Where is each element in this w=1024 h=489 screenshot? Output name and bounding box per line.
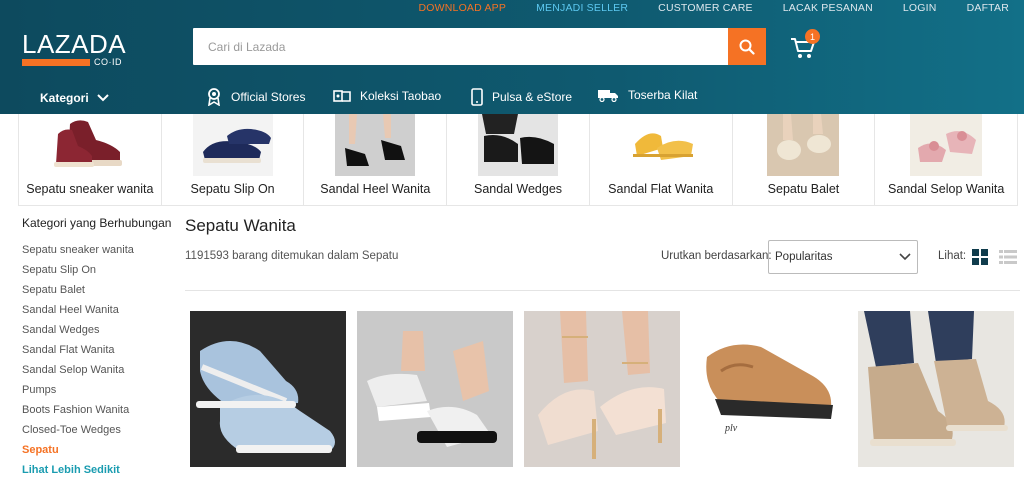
product-grid: plv xyxy=(190,311,1014,467)
product-image-nude-heel xyxy=(524,311,680,467)
sidebar-list: Sepatu sneaker wanita Sepatu Slip On Sep… xyxy=(22,240,172,480)
nav-item-label: Koleksi Taobao xyxy=(360,89,442,103)
sidebar-item-active[interactable]: Sepatu xyxy=(22,440,172,460)
logo-bar xyxy=(22,59,90,66)
sidebar-item[interactable]: Closed-Toe Wedges xyxy=(22,420,172,440)
search-bar xyxy=(193,28,766,65)
cart-count-badge: 1 xyxy=(805,29,820,44)
product-card[interactable] xyxy=(190,311,346,467)
search-icon xyxy=(739,39,755,55)
category-label: Sepatu Slip On xyxy=(190,182,275,196)
category-label: Sepatu Balet xyxy=(767,182,840,196)
sidebar-item[interactable]: Sandal Heel Wanita xyxy=(22,300,172,320)
nav-pulsa-estore[interactable]: Pulsa & eStore xyxy=(471,88,572,106)
chevron-down-icon xyxy=(899,253,911,261)
cart-button[interactable]: 1 xyxy=(790,29,820,64)
product-card[interactable] xyxy=(858,311,1014,467)
category-label: Sandal Flat Wanita xyxy=(608,182,714,196)
download-app-link[interactable]: DOWNLOAD APP xyxy=(403,0,521,16)
customer-care-link[interactable]: CUSTOMER CARE xyxy=(643,0,768,16)
sort-dropdown[interactable]: Popularitas xyxy=(768,240,918,274)
register-link[interactable]: DAFTAR xyxy=(952,0,1024,16)
heel-sandal-image xyxy=(335,114,416,176)
sort-value: Popularitas xyxy=(775,251,833,263)
sidebar-item[interactable]: Sepatu sneaker wanita xyxy=(22,240,172,260)
nav-item-label: Pulsa & eStore xyxy=(492,90,573,104)
sidebar-item[interactable]: Sandal Wedges xyxy=(22,320,172,340)
category-card[interactable]: Sepatu Balet xyxy=(732,114,876,206)
selop-sandal-image xyxy=(910,114,983,176)
show-less-link[interactable]: Lihat Lebih Sedikit xyxy=(22,460,172,480)
category-label: Sandal Wedges xyxy=(474,182,563,196)
main-content: Sepatu Wanita 1191593 barang ditemukan d… xyxy=(185,216,1020,291)
chevron-down-icon xyxy=(96,94,109,102)
sidebar-item[interactable]: Sepatu Balet xyxy=(22,280,172,300)
search-input[interactable] xyxy=(193,28,728,65)
view-label: Lihat: xyxy=(938,250,967,262)
flat-sandal-image xyxy=(632,133,693,160)
product-card[interactable]: plv xyxy=(691,311,847,467)
category-card[interactable]: Sepatu sneaker wanita xyxy=(19,114,162,206)
nav-bar: Kategori Official Stores Koleksi Taobao xyxy=(0,84,1024,112)
result-count: 1191593 barang ditemukan dalam Sepatu xyxy=(185,250,399,262)
nav-official-stores[interactable]: Official Stores xyxy=(206,88,305,106)
category-card[interactable]: Sandal Flat Wanita xyxy=(589,114,733,206)
category-card[interactable]: Sandal Selop Wanita xyxy=(875,114,1019,206)
nav-item-label: Toserba Kilat xyxy=(628,88,698,102)
category-card[interactable]: Sepatu Slip On xyxy=(161,114,305,206)
product-image-beige-boots xyxy=(858,311,1014,467)
truck-icon xyxy=(598,90,618,102)
category-card[interactable]: Sandal Wedges xyxy=(447,114,590,206)
track-order-link[interactable]: LACAK PESANAN xyxy=(768,0,888,16)
nav-item-label: Official Stores xyxy=(231,90,306,104)
sidebar-item[interactable]: Boots Fashion Wanita xyxy=(22,400,172,420)
nav-toserba-kilat[interactable]: Toserba Kilat xyxy=(597,88,697,102)
sidebar-item[interactable]: Pumps xyxy=(22,380,172,400)
sidebar-item[interactable]: Sepatu Slip On xyxy=(22,260,172,280)
sort-label: Urutkan berdasarkan: xyxy=(661,250,772,262)
category-label: Sandal Selop Wanita xyxy=(888,182,1005,196)
search-button[interactable] xyxy=(728,28,766,65)
sidebar-item[interactable]: Sandal Selop Wanita xyxy=(22,360,172,380)
sidebar-title: Kategori yang Berhubungan xyxy=(22,216,172,230)
slip-on-image xyxy=(192,114,273,176)
header: DOWNLOAD APP MENJADI SELLER CUSTOMER CAR… xyxy=(0,0,1024,114)
svg-text:plv: plv xyxy=(724,423,738,434)
nav-koleksi-taobao[interactable]: Koleksi Taobao xyxy=(333,88,441,104)
ballet-flat-image xyxy=(767,114,840,176)
product-card[interactable] xyxy=(357,311,513,467)
sneaker-image xyxy=(53,120,122,167)
top-links: DOWNLOAD APP MENJADI SELLER CUSTOMER CAR… xyxy=(403,0,1024,16)
product-card[interactable] xyxy=(524,311,680,467)
taobao-icon xyxy=(333,90,351,102)
kategori-dropdown[interactable]: Kategori xyxy=(40,91,109,105)
logo-domain: CO·ID xyxy=(94,57,122,67)
page-title: Sepatu Wanita xyxy=(185,216,296,235)
wedge-sandal-image xyxy=(478,114,559,176)
sidebar-item[interactable]: Sandal Flat Wanita xyxy=(22,340,172,360)
product-image-wedge-sandal xyxy=(357,311,513,467)
kategori-label: Kategori xyxy=(40,91,89,105)
become-seller-link[interactable]: MENJADI SELLER xyxy=(521,0,643,16)
list-view-icon[interactable] xyxy=(999,249,1017,265)
category-card[interactable]: Sandal Heel Wanita xyxy=(304,114,448,206)
category-label: Sepatu sneaker wanita xyxy=(26,182,154,196)
divider xyxy=(185,290,1020,291)
category-carousel: Sepatu sneaker wanita Sepatu Slip On San… xyxy=(18,114,1019,206)
lazada-logo[interactable]: LAZADA CO·ID xyxy=(22,30,132,70)
logo-text: LAZADA xyxy=(22,29,127,59)
category-label: Sandal Heel Wanita xyxy=(320,182,431,196)
login-link[interactable]: LOGIN xyxy=(888,0,952,16)
product-image-denim-sneaker xyxy=(190,311,346,467)
grid-view-icon[interactable] xyxy=(972,249,988,265)
related-categories-sidebar: Kategori yang Berhubungan Sepatu sneaker… xyxy=(22,216,172,480)
product-image-tan-slip-on: plv xyxy=(691,311,847,467)
phone-icon xyxy=(471,88,483,106)
badge-icon xyxy=(208,88,220,106)
